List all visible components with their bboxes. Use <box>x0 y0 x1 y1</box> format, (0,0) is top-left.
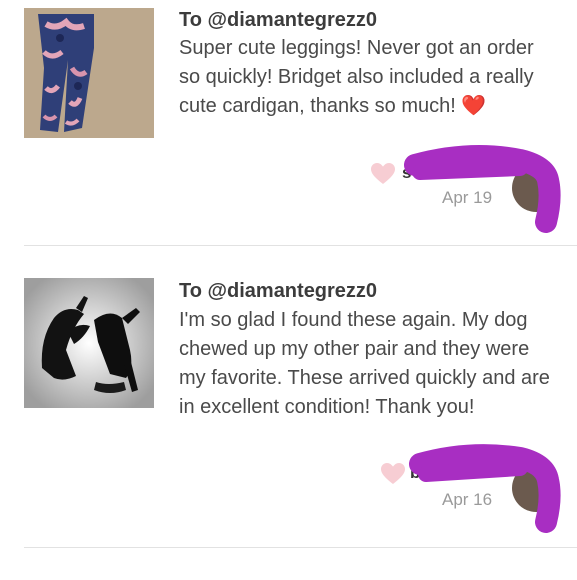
avatar[interactable] <box>512 164 560 212</box>
leggings-photo[interactable] <box>24 8 154 138</box>
divider <box>24 547 577 548</box>
review-date: Apr 19 <box>442 188 493 207</box>
heels-photo[interactable] <box>24 278 154 408</box>
review-text: I'm so glad I found these again. My dog … <box>179 309 550 418</box>
heart-icon[interactable] <box>380 462 406 486</box>
review-recipient: To @diamantegrezz0 <box>179 280 378 302</box>
heart-icon[interactable] <box>370 162 396 186</box>
avatar[interactable] <box>512 464 560 512</box>
review-recipient: To @diamantegrezz0 <box>179 9 378 31</box>
reviewer-username[interactable]: s <box>402 163 411 183</box>
reviewer-username[interactable]: bb <box>410 463 431 483</box>
review-date: Apr 16 <box>442 490 493 509</box>
review-text: Super cute leggings! Never got an order … <box>179 37 534 117</box>
divider <box>24 245 577 246</box>
